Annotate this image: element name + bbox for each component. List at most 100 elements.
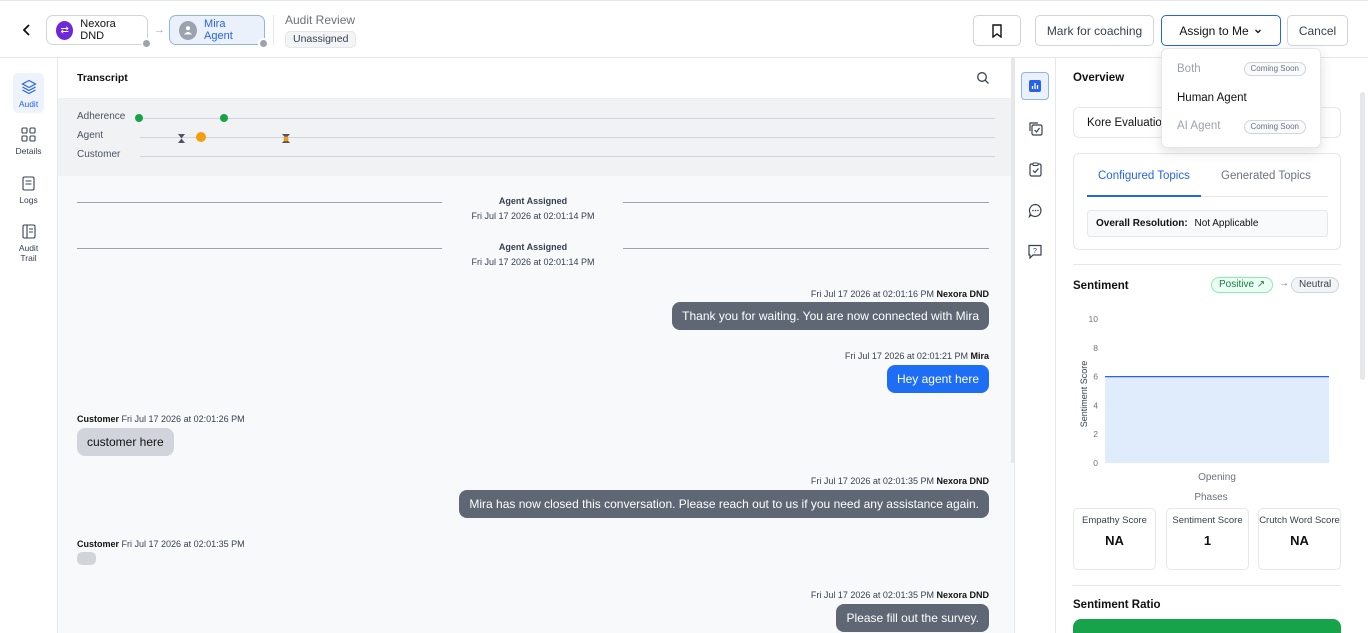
score-value: 1 — [1203, 533, 1212, 548]
tab-configured-topics[interactable]: Configured Topics — [1098, 170, 1190, 182]
nav-audit-trail[interactable]: Audit Trail — [13, 222, 44, 263]
arrow-right-icon: → — [154, 24, 165, 36]
chart-area — [1105, 376, 1329, 463]
menu-item-both[interactable]: Both — [1177, 63, 1201, 75]
coming-soon-badge: Coming Soon — [1243, 120, 1306, 134]
status-dot — [141, 38, 152, 49]
transcript-header: Transcript — [58, 58, 1014, 99]
score-label: Sentiment Score — [1172, 515, 1243, 526]
crutch-word-score-card: Crutch Word Score NA — [1258, 508, 1341, 570]
system-message: Agent Assigned Fri Jul 17 2026 at 02:01:… — [77, 240, 989, 270]
system-message-time: Fri Jul 17 2026 at 02:01:14 PM — [471, 211, 595, 221]
mark-for-coaching-button[interactable]: Mark for coaching — [1035, 15, 1154, 46]
breadcrumb-bot-label: Nexora DND — [80, 18, 116, 42]
help-chat-icon[interactable]: ? — [1021, 237, 1049, 265]
nav-logs[interactable]: Logs — [13, 174, 44, 205]
divider — [1073, 585, 1341, 586]
layers-icon — [20, 78, 38, 96]
message-time: Fri Jul 17 2026 at 02:01:26 PM — [121, 414, 245, 424]
breadcrumb-agent-label: Mira Agent — [204, 18, 233, 42]
message-time: Fri Jul 17 2026 at 02:01:16 PM — [810, 289, 934, 299]
chart-x-tick-label: Opening — [1198, 472, 1236, 483]
message-time: Fri Jul 17 2026 at 02:01:21 PM — [844, 351, 968, 361]
chevron-down-icon — [1254, 29, 1261, 33]
copy-check-icon[interactable] — [1021, 114, 1049, 142]
message-time: Fri Jul 17 2026 at 02:01:35 PM — [121, 539, 245, 549]
agent-avatar — [179, 20, 198, 40]
message-meta: Fri Jul 17 2026 at 02:01:35 PM Nexora DN… — [811, 476, 989, 486]
status-dot — [258, 38, 269, 49]
status-badge: Unassigned — [285, 31, 357, 48]
timeline-label-agent: Agent — [77, 130, 104, 141]
message-meta: Fri Jul 17 2026 at 02:01:16 PM Nexora DN… — [811, 289, 989, 299]
overview-scrollbar[interactable] — [1360, 92, 1365, 380]
sentiment-title: Sentiment — [1073, 280, 1129, 292]
nav-details[interactable]: Details — [13, 125, 44, 156]
message-sender: Mira — [970, 351, 989, 361]
evaluation-label: Kore Evaluatio — [1087, 117, 1162, 129]
chart-y-tick-label: 10 — [1089, 314, 1099, 324]
bot-message-bubble: Thank you for waiting. You are now conne… — [672, 302, 989, 330]
divider — [77, 248, 442, 249]
cancel-button[interactable]: Cancel — [1287, 15, 1348, 46]
chart-y-tick-label: 8 — [1093, 343, 1098, 353]
assign-label: Assign to Me — [1179, 23, 1249, 38]
bot-message-bubble: Please fill out the survey. — [836, 604, 989, 632]
bot-avatar: ⇄ — [56, 20, 74, 40]
clipboard-check-icon[interactable] — [1021, 155, 1049, 183]
message-meta: Customer Fri Jul 17 2026 at 02:01:35 PM — [77, 539, 245, 549]
assign-to-me-button[interactable]: Assign to Me — [1161, 15, 1281, 46]
divider — [1073, 264, 1341, 265]
svg-text:?: ? — [1033, 248, 1037, 255]
nav-audit-trail-label: Audit Trail — [18, 243, 39, 263]
back-icon[interactable] — [18, 21, 36, 39]
grid-icon — [20, 125, 38, 143]
left-nav: Audit Details Logs Audit Trail — [0, 58, 58, 633]
emoji-icon[interactable] — [196, 132, 206, 142]
customer-message-bubble — [77, 552, 96, 565]
system-message-title: Agent Assigned — [498, 242, 568, 252]
sentiment-ratio-title: Sentiment Ratio — [1073, 599, 1161, 611]
nav-audit[interactable]: Audit — [13, 73, 44, 113]
tab-divider — [1201, 196, 1328, 197]
message-time: Fri Jul 17 2026 at 02:01:35 PM — [810, 476, 934, 486]
hourglass-icon[interactable] — [177, 131, 186, 149]
message-sender: Customer — [77, 414, 120, 424]
tab-generated-topics[interactable]: Generated Topics — [1221, 170, 1311, 182]
audit-title: Audit Review — [285, 13, 356, 27]
timeline-track — [140, 118, 995, 119]
adherence-marker[interactable] — [220, 114, 228, 122]
message-meta: Fri Jul 17 2026 at 02:01:35 PM Nexora DN… — [811, 590, 989, 600]
system-message-time: Fri Jul 17 2026 at 02:01:14 PM — [471, 257, 595, 267]
empathy-score-card: Empathy Score NA — [1073, 508, 1156, 570]
bookmark-button[interactable] — [973, 15, 1021, 46]
score-value: NA — [1105, 533, 1124, 548]
analytics-icon[interactable] — [1021, 72, 1049, 100]
nav-logs-label: Logs — [19, 195, 38, 205]
system-message-title: Agent Assigned — [498, 196, 568, 206]
timeline: Adherence Agent Customer — [58, 99, 1014, 176]
message-sender: Customer — [77, 539, 120, 549]
timeline-track — [140, 137, 995, 138]
score-label: Empathy Score — [1082, 515, 1147, 526]
chart-x-axis-label: Phases — [1194, 492, 1227, 503]
menu-item-ai-agent[interactable]: AI Agent — [1177, 120, 1220, 132]
list-icon — [20, 222, 38, 240]
message-sender: Nexora DND — [936, 289, 989, 299]
chart-y-tick-label: 4 — [1093, 400, 1098, 410]
assign-menu: Both Coming Soon Human Agent AI Agent Co… — [1161, 48, 1321, 148]
sentiment-ratio-bar — [1073, 619, 1341, 633]
overview-title: Overview — [1073, 72, 1125, 84]
sentiment-chart: Sentiment Score 10 8 6 4 2 0 Opening Phases — [1079, 314, 1329, 503]
breadcrumb-agent[interactable]: Mira Agent — [169, 15, 269, 49]
breadcrumb-bot[interactable]: ⇄ Nexora DND — [46, 15, 152, 49]
coming-soon-badge: Coming Soon — [1243, 62, 1306, 76]
adherence-marker[interactable] — [135, 114, 143, 122]
menu-item-human-agent[interactable]: Human Agent — [1177, 92, 1247, 104]
hourglass-icon[interactable] — [281, 131, 291, 149]
chat-icon[interactable] — [1021, 196, 1049, 224]
transcript-panel: Transcript Adherence Agent Customer Agen… — [58, 58, 1014, 633]
search-icon[interactable] — [976, 71, 990, 85]
active-tab-indicator — [1087, 195, 1201, 197]
timeline-track — [140, 156, 995, 157]
